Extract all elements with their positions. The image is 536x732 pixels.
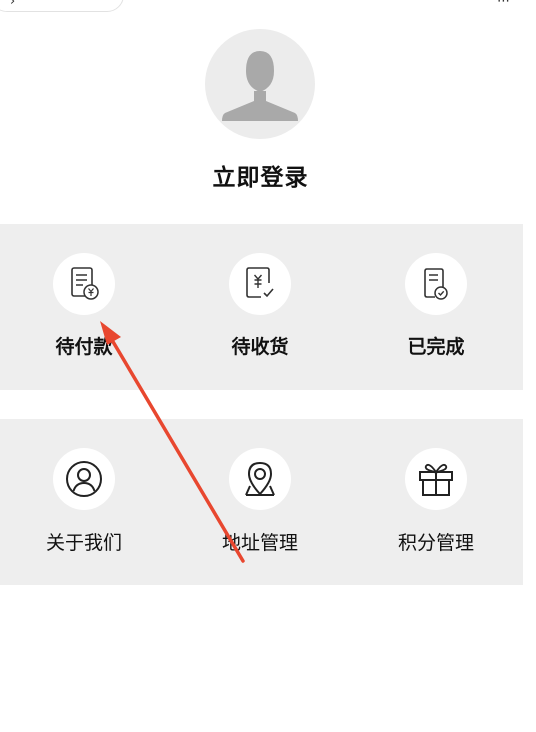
icon-circle [53,448,115,510]
icon-circle [53,253,115,315]
order-status-panel: 待付款 待收货 已完成 [0,224,523,390]
more-icon[interactable]: ⋯ [497,0,510,9]
order-pending-payment[interactable]: 待付款 [4,224,164,390]
about-us-icon [66,461,102,497]
back-icon[interactable]: › [10,0,15,9]
address-management[interactable]: 地址管理 [180,419,340,585]
icon-circle [229,448,291,510]
login-link[interactable]: 立即登录 [0,158,521,192]
points-management-label: 积分管理 [397,532,474,554]
completed-order-icon [424,268,448,300]
pending-receipt-icon [246,267,274,298]
points-management[interactable]: 积分管理 [356,419,516,585]
pending-payment-icon [71,267,99,300]
location-pin-icon [245,461,275,496]
about-us[interactable]: 关于我们 [4,419,164,585]
top-bar: › ⋯ [0,0,536,14]
order-completed[interactable]: 已完成 [356,224,516,390]
services-panel: 关于我们 地址管理 积分管理 [0,419,523,585]
back-capsule[interactable] [0,0,124,12]
icon-circle [405,253,467,315]
avatar[interactable] [205,29,315,139]
order-pending-payment-label: 待付款 [55,336,113,358]
icon-circle [405,448,467,510]
order-pending-receipt-label: 待收货 [231,336,289,358]
user-silhouette-icon [222,51,298,121]
address-management-label: 地址管理 [221,532,298,554]
gift-icon [419,463,453,496]
icon-circle [229,253,291,315]
order-completed-label: 已完成 [407,336,465,358]
order-pending-receipt[interactable]: 待收货 [180,224,340,390]
about-us-label: 关于我们 [45,532,122,554]
